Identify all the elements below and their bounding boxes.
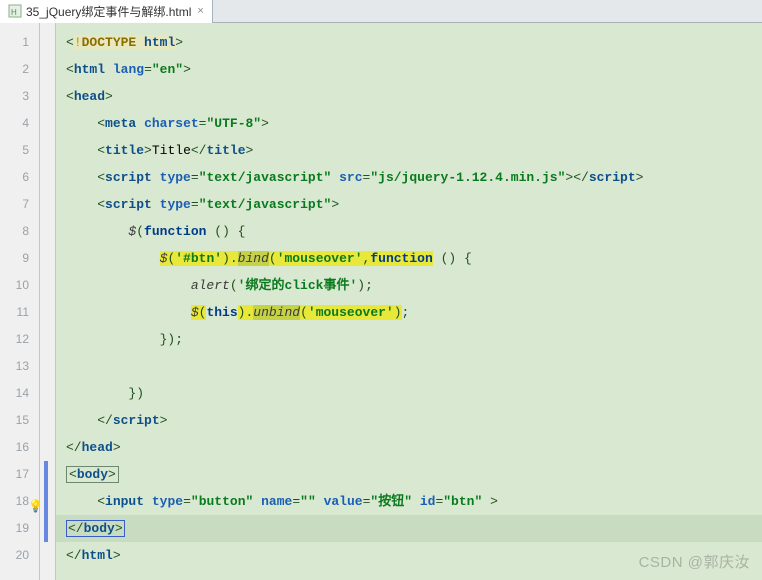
fold-strip	[40, 23, 56, 580]
code-line[interactable]: });	[56, 326, 762, 353]
watermark: CSDN @郭庆汝	[639, 551, 750, 572]
close-icon[interactable]: ×	[197, 5, 203, 17]
svg-text:H: H	[11, 8, 17, 17]
code-line[interactable]	[56, 353, 762, 380]
line-number: 3	[0, 83, 39, 110]
code-line[interactable]: })	[56, 380, 762, 407]
line-number: 8	[0, 218, 39, 245]
line-number: 11	[0, 299, 39, 326]
code-area[interactable]: <!DOCTYPE html> <html lang="en"> <head> …	[56, 23, 762, 580]
code-line[interactable]: <html lang="en">	[56, 56, 762, 83]
line-number: 17	[0, 461, 39, 488]
line-number: 5	[0, 137, 39, 164]
code-line[interactable]: </script>	[56, 407, 762, 434]
line-number: 7	[0, 191, 39, 218]
line-number: 1	[0, 29, 39, 56]
lightbulb-icon[interactable]: 💡	[28, 494, 42, 521]
line-number: 6	[0, 164, 39, 191]
line-number: 12	[0, 326, 39, 353]
file-tab[interactable]: H 35_jQuery绑定事件与解绑.html ×	[0, 0, 213, 23]
html-file-icon: H	[8, 4, 22, 18]
tab-filename: 35_jQuery绑定事件与解绑.html	[26, 3, 191, 20]
code-line[interactable]: <head>	[56, 83, 762, 110]
code-line[interactable]: $(this).unbind('mouseover');	[56, 299, 762, 326]
code-line[interactable]: <script type="text/javascript" src="js/j…	[56, 164, 762, 191]
code-line[interactable]: <title>Title</title>	[56, 137, 762, 164]
code-line-active[interactable]: </body>	[56, 515, 762, 542]
code-line[interactable]: <script type="text/javascript">	[56, 191, 762, 218]
code-line[interactable]: alert('绑定的click事件');	[56, 272, 762, 299]
code-line[interactable]: $('#btn').bind('mouseover',function () {	[56, 245, 762, 272]
code-line[interactable]: 💡 <input type="button" name="" value="按钮…	[56, 488, 762, 515]
line-number: 14	[0, 380, 39, 407]
line-number: 9	[0, 245, 39, 272]
code-line[interactable]: <meta charset="UTF-8">	[56, 110, 762, 137]
line-number: 2	[0, 56, 39, 83]
line-number: 10	[0, 272, 39, 299]
change-marker	[44, 461, 48, 542]
code-line[interactable]: </head>	[56, 434, 762, 461]
tab-bar: H 35_jQuery绑定事件与解绑.html ×	[0, 0, 762, 23]
line-number: 16	[0, 434, 39, 461]
code-line[interactable]: $(function () {	[56, 218, 762, 245]
line-number: 4	[0, 110, 39, 137]
line-number: 15	[0, 407, 39, 434]
code-line[interactable]: <body>	[56, 461, 762, 488]
code-line[interactable]: <!DOCTYPE html>	[56, 29, 762, 56]
line-number: 13	[0, 353, 39, 380]
line-number: 20	[0, 542, 39, 569]
editor: 1 2 3 4 5 6 7 8 9 10 11 12 13 14 15 16 1…	[0, 23, 762, 580]
